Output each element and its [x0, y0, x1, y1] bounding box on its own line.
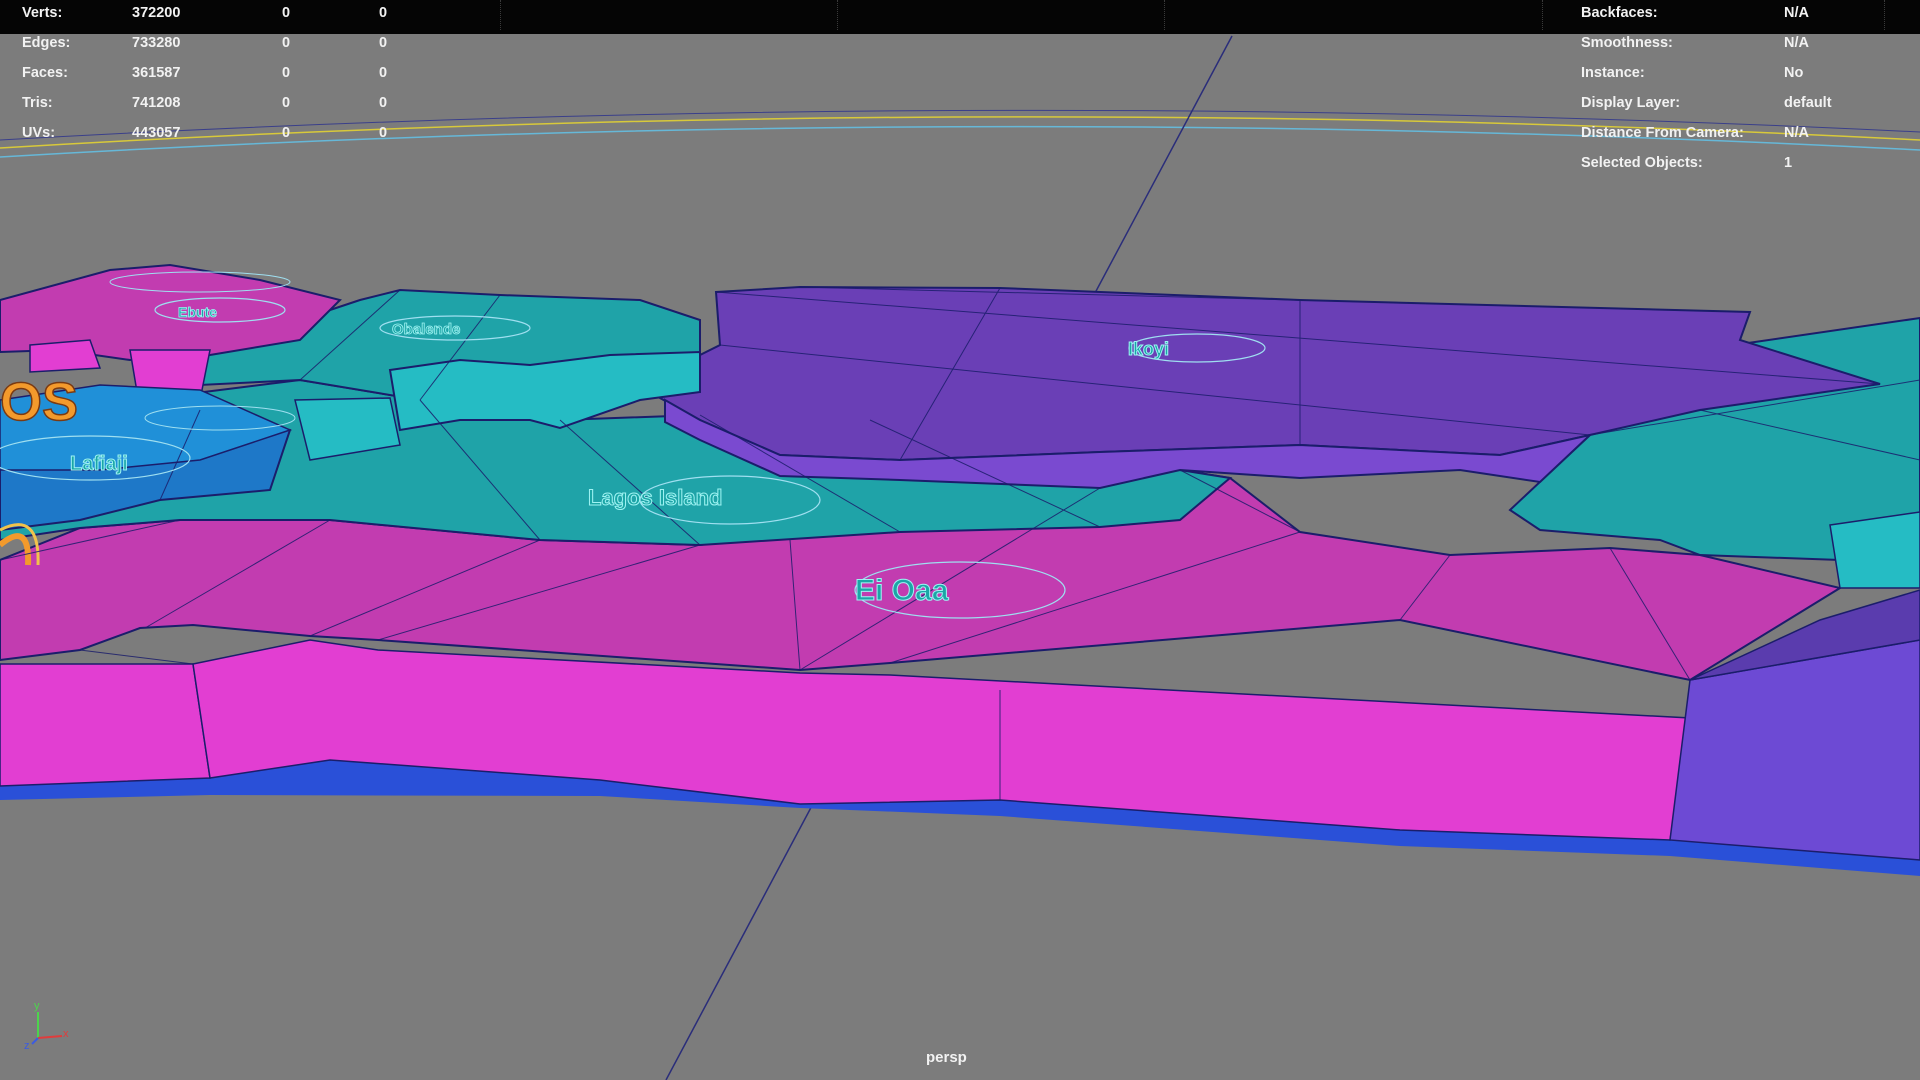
hud-value: 0 — [282, 95, 291, 111]
hud-label: Distance From Camera: — [1581, 125, 1744, 141]
hud-value: 733280 — [132, 35, 181, 51]
svg-text:Ei Oaa: Ei Oaa — [855, 574, 949, 607]
hud-value: 0 — [379, 95, 388, 111]
svg-text:Lafiaji: Lafiaji — [70, 453, 128, 475]
hud-label: Instance: — [1581, 65, 1645, 81]
svg-text:Ebute: Ebute — [178, 304, 217, 320]
axis-x-label: x — [63, 1028, 69, 1040]
hud-label: Backfaces: — [1581, 5, 1658, 21]
svg-text:Ikoyi: Ikoyi — [1128, 339, 1169, 359]
svg-text:Obalende: Obalende — [392, 321, 460, 338]
hud-value: 0 — [282, 65, 291, 81]
hud-label: Faces: — [22, 65, 68, 81]
hud-value: N/A — [1784, 125, 1809, 141]
axis-z-label: z — [24, 1040, 30, 1050]
hud-label: Verts: — [22, 5, 63, 21]
hud-poly-count: Verts: 372200 0 0 Edges: 733280 0 0 Face… — [22, 0, 419, 148]
magenta-small-block — [29, 339, 102, 373]
hud-value: 0 — [379, 125, 388, 141]
hud-value: 1 — [1784, 155, 1793, 171]
hud-label: Selected Objects: — [1581, 155, 1703, 171]
hud-row-selected: Selected Objects: 1 — [1581, 148, 1832, 178]
hud-value: No — [1784, 65, 1804, 81]
hud-value: 0 — [282, 125, 291, 141]
hud-label: Edges: — [22, 35, 71, 51]
orange-3d-text: OS — [0, 372, 78, 432]
hud-row-display-layer: Display Layer: default — [1581, 88, 1832, 118]
hud-separator — [837, 0, 839, 30]
hud-value: 361587 — [132, 65, 181, 81]
svg-text:Lagos Island: Lagos Island — [588, 485, 722, 510]
hud-row-faces: Faces: 361587 0 0 — [22, 58, 419, 88]
hud-separator — [500, 0, 502, 30]
hud-value: 0 — [282, 5, 291, 21]
hud-label: UVs: — [22, 125, 56, 141]
hud-value: 741208 — [132, 95, 181, 111]
hud-value: 0 — [282, 35, 291, 51]
hud-value: 0 — [379, 5, 388, 21]
hud-label: Tris: — [22, 95, 53, 111]
hud-row-backfaces: Backfaces: N/A — [1581, 0, 1832, 28]
hud-value: default — [1784, 95, 1832, 111]
hud-row-instance: Instance: No — [1581, 58, 1832, 88]
hud-separator — [1884, 0, 1886, 30]
hud-label: Display Layer: — [1581, 95, 1681, 111]
viewport-persp[interactable]: OS Ei Oaa Lagos Island Ikoyi Obalende Eb… — [0, 0, 1920, 1080]
hud-value: N/A — [1784, 35, 1809, 51]
hud-row-uvs: UVs: 443057 0 0 — [22, 118, 419, 148]
hud-label: Smoothness: — [1581, 35, 1673, 51]
hud-row-edges: Edges: 733280 0 0 — [22, 28, 419, 58]
hud-value: 0 — [379, 65, 388, 81]
hud-object-details: Backfaces: N/A Smoothness: N/A Instance:… — [1581, 0, 1832, 178]
hud-row-smoothness: Smoothness: N/A — [1581, 28, 1832, 58]
hud-row-tris: Tris: 741208 0 0 — [22, 88, 419, 118]
hud-value: N/A — [1784, 5, 1809, 21]
camera-name-label: persp — [926, 1049, 967, 1066]
hud-separator — [1542, 0, 1544, 30]
magenta-slab-side — [0, 663, 211, 787]
hud-value: 443057 — [132, 125, 181, 141]
hud-value: 0 — [379, 35, 388, 51]
hud-separator — [1164, 0, 1166, 30]
hud-row-verts: Verts: 372200 0 0 — [22, 0, 419, 28]
axis-gizmo-icon: y x z — [24, 1000, 69, 1050]
hud-value: 372200 — [132, 5, 181, 21]
teal-right-side — [1829, 511, 1920, 589]
axis-y-label: y — [34, 1000, 40, 1012]
hud-row-distance: Distance From Camera: N/A — [1581, 118, 1832, 148]
